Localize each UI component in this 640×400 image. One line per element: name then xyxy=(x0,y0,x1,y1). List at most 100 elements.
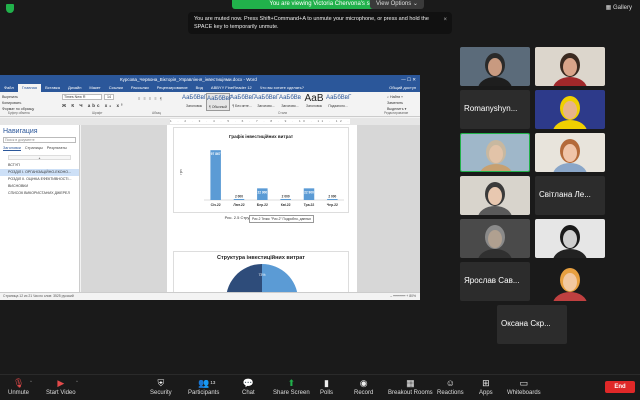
navigation-heading: РОЗДІЛ І. ОРГАНІЗАЦІЙНО-ЕКОНО... xyxy=(0,169,79,176)
style-name: ¶ Без инте... xyxy=(232,104,252,108)
word-share-button: Общий доступ xyxy=(389,85,416,90)
apps-button[interactable]: ⊞ Apps xyxy=(479,378,493,396)
style-item: АаБбВвГ Подзаголо... xyxy=(326,93,352,111)
category-label: Тра.22 xyxy=(304,203,315,207)
word-title-bar: Курсова_Червона_Вікторія_Управління_інве… xyxy=(0,75,420,84)
participants-count: 13 xyxy=(210,380,216,385)
close-icon[interactable]: × xyxy=(443,16,447,24)
style-name: Заголовок xyxy=(186,104,202,108)
styles-group-label: Стили xyxy=(278,111,288,115)
category-label: Кві.22 xyxy=(281,203,291,207)
category-label: Лют.22 xyxy=(233,203,244,207)
gallery-view-button[interactable]: ▦ Gallery xyxy=(606,4,632,11)
participants-label: Participants xyxy=(188,390,220,396)
end-meeting-button[interactable]: End xyxy=(605,381,635,393)
record-button[interactable]: ◉ Record xyxy=(354,378,373,396)
style-name: Заголово... xyxy=(257,104,275,108)
style-sample: АаБбВвГ xyxy=(254,95,280,101)
share-screen-button[interactable]: ⬆ Share Screen xyxy=(273,378,310,396)
participant-tile[interactable]: Світлана Ле... xyxy=(535,176,605,215)
ribbon-tab: Что вы хотите сделать? xyxy=(259,85,304,90)
unmute-button[interactable]: 🎙 Unmute xyxy=(8,378,29,396)
participant-tile[interactable] xyxy=(460,133,530,172)
ruler: 1 · 2 · 3 · 4 · 5 · 6 · 7 · 8 · 9 · 10 ·… xyxy=(0,118,420,125)
bar xyxy=(280,198,291,200)
paragraph-group-label: Абзац xyxy=(152,111,161,115)
participant-name: Оксана Скр... xyxy=(501,319,551,328)
pie-slice-label: 73% xyxy=(258,273,265,277)
audio-options-caret[interactable]: ^ xyxy=(30,379,32,384)
bar-chart-svg: грн 97 867 Січ.22 2 000 Лют.22 22 900 Бер.22 2 … xyxy=(179,150,344,207)
participant-tile[interactable] xyxy=(535,47,605,86)
navigation-tab: Результаты xyxy=(46,146,67,150)
reactions-button[interactable]: ☺ Reactions xyxy=(437,378,464,396)
video-off-icon: ▶ xyxy=(57,378,65,388)
style-item: АаБбВвГ ¶ Обычный xyxy=(206,93,233,111)
shield-icon[interactable] xyxy=(6,4,14,13)
style-name: Подзаголо... xyxy=(328,104,348,108)
apps-label: Apps xyxy=(479,390,493,396)
participant-tile[interactable] xyxy=(535,219,605,258)
navigation-tabs: Заголовки Страницы Результаты xyxy=(0,143,79,154)
style-sample: АаБбВвГ xyxy=(326,95,352,101)
muted-notification-text: You are muted now. Press Shift+Command+A… xyxy=(194,16,429,30)
participant-face xyxy=(489,145,503,163)
participant-face xyxy=(563,58,577,76)
participant-tile[interactable]: Romanyshyn... xyxy=(460,90,530,129)
bar-value-label: 2 000 xyxy=(282,194,290,198)
reactions-icon: ☺ xyxy=(445,378,455,388)
style-item: АаБбВвГ ¶ Без инте... xyxy=(230,93,255,111)
participant-tile[interactable]: Ярослав Сав... xyxy=(460,262,530,301)
participant-video xyxy=(460,47,530,86)
participant-video xyxy=(535,47,605,86)
participant-tile[interactable] xyxy=(460,47,530,86)
participant-face xyxy=(563,144,577,162)
participant-tile[interactable] xyxy=(460,219,530,258)
share-screen-icon: ⬆ xyxy=(287,378,296,388)
ribbon-tab: Файл xyxy=(4,85,14,90)
video-options-caret[interactable]: ^ xyxy=(76,379,78,384)
participant-tile[interactable] xyxy=(535,133,605,172)
record-label: Record xyxy=(354,390,374,396)
whiteboards-button[interactable]: ▭ Whiteboards xyxy=(507,378,541,396)
view-options-button[interactable]: View Options ⌄ xyxy=(370,0,424,9)
bar-value-label: 22 900 xyxy=(304,190,314,194)
navigation-pane: Навигация Поиск в документе Заголовки Стр… xyxy=(0,125,80,292)
style-item: АаБбВв Заголово... xyxy=(278,93,302,111)
start-video-button[interactable]: ▶ Start Video xyxy=(46,378,76,396)
chart-tooltip: Рис.2 Тезис "Рис.2" Подробно, данных xyxy=(249,215,315,223)
participant-tile[interactable] xyxy=(535,90,605,129)
clipboard-group-label: Буфер обмена xyxy=(8,111,30,115)
participant-tile[interactable]: Оксана Скр... xyxy=(497,305,567,344)
participant-tile[interactable] xyxy=(535,262,605,301)
participant-video xyxy=(535,133,605,172)
security-button[interactable]: ⛨ Security xyxy=(150,378,172,396)
polls-label: Polls xyxy=(320,390,334,396)
participant-video xyxy=(535,262,605,301)
participants-button[interactable]: 👥13 Participants xyxy=(188,378,219,396)
chart-title: Графік інвестиційних витрат xyxy=(228,134,294,139)
editing-group: ⌕ Найти ▾ Заменить Выделить ▾ xyxy=(387,94,417,112)
polls-icon: ▮ xyxy=(324,378,329,388)
whiteboards-label: Whiteboards xyxy=(507,390,541,396)
polls-button[interactable]: ▮ Polls xyxy=(320,378,333,396)
participant-face xyxy=(563,273,577,291)
participant-tile[interactable] xyxy=(460,176,530,215)
chat-button[interactable]: 💬 Chat xyxy=(242,378,255,396)
editing-group-label: Редактирование xyxy=(384,111,409,115)
participant-video xyxy=(535,90,605,129)
style-name: Заголово... xyxy=(281,104,299,108)
ribbon-tabs: Файл Главная Вставка Дизайн Макет Ссылки Рассы… xyxy=(0,84,420,92)
bar-value-label: 22 900 xyxy=(257,190,267,194)
word-status-bar: Страница 12 из 21 Число слов: 3525 русск… xyxy=(0,292,420,300)
font-size-box: 14 xyxy=(104,94,114,100)
participant-face xyxy=(563,230,577,248)
breakout-rooms-button[interactable]: ▦ Breakout Rooms xyxy=(388,378,433,396)
participant-video xyxy=(535,219,605,258)
bar xyxy=(233,198,245,200)
reactions-label: Reactions xyxy=(437,390,464,396)
font-group-label: Шрифт xyxy=(92,111,103,115)
people-icon: 👥13 xyxy=(198,378,216,388)
participant-face xyxy=(488,58,502,76)
style-sample: АаБбВвГ xyxy=(207,96,233,102)
